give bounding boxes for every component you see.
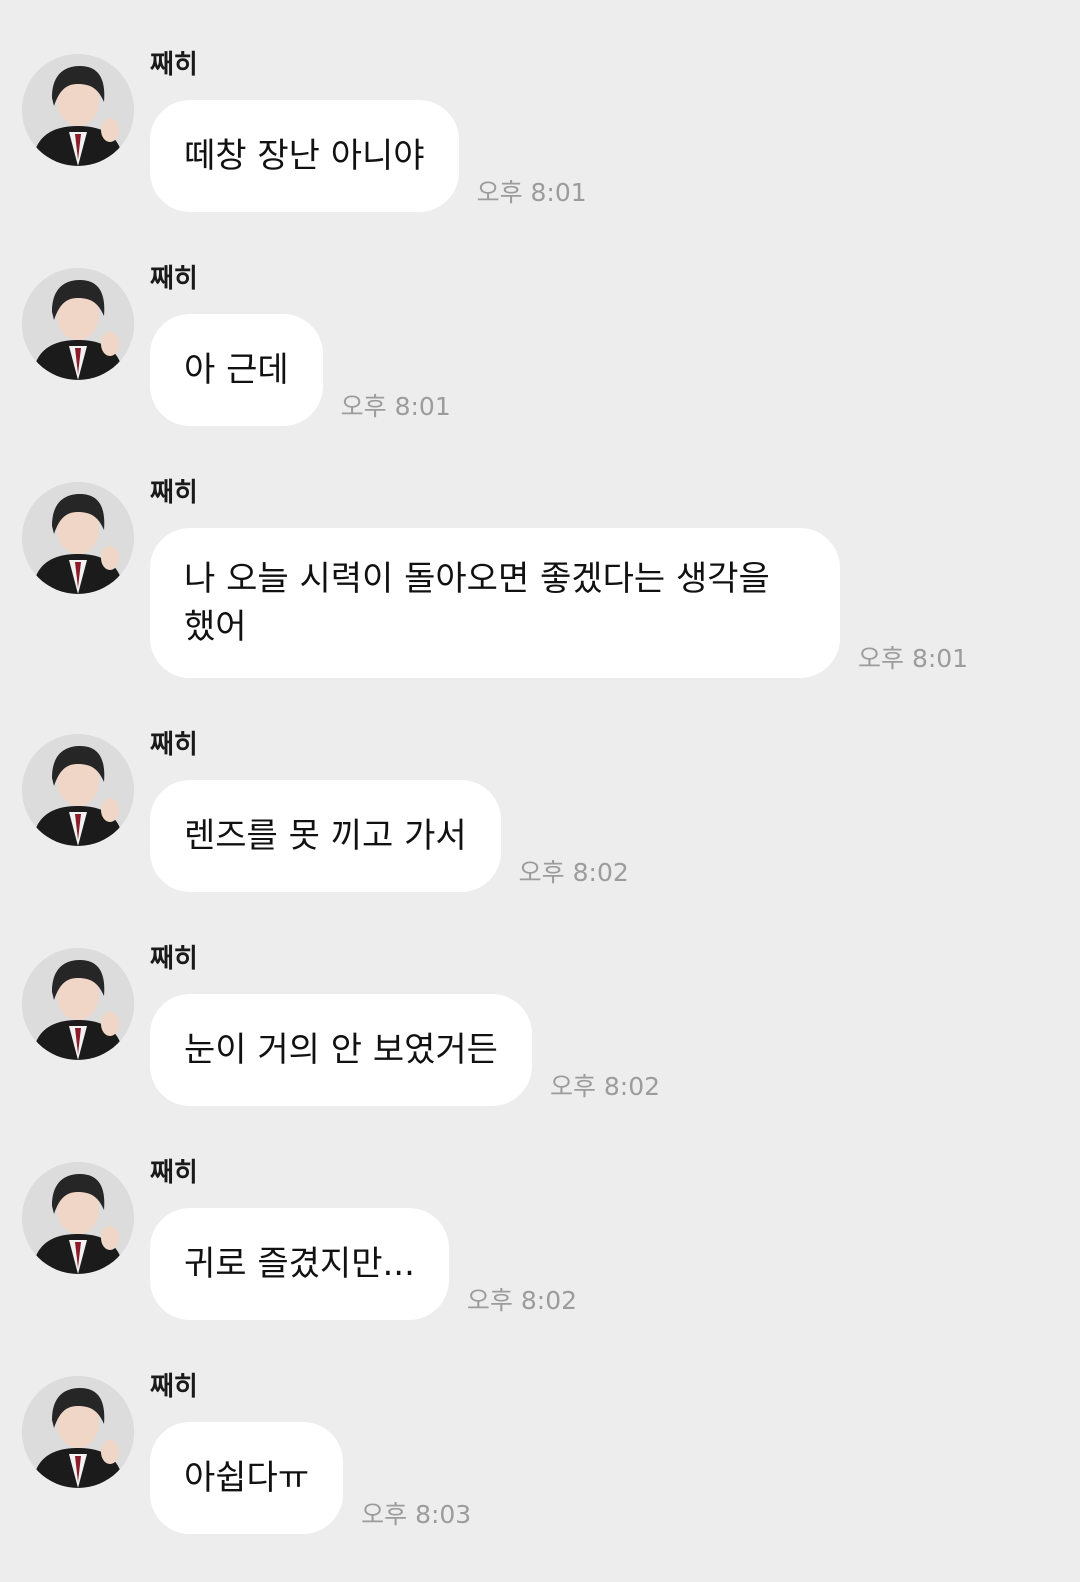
sender-name: 째히 <box>150 478 198 508</box>
message-bubble[interactable]: 나 오늘 시력이 돌아오면 좋겠다는 생각을 했어 <box>150 528 840 678</box>
sender-name: 째히 <box>150 944 198 974</box>
avatar-profile-icon[interactable] <box>22 54 134 166</box>
message-bubble[interactable]: 아 근데 <box>150 314 323 426</box>
message-timestamp: 오후 8:02 <box>518 858 629 887</box>
message-row: 떼창 장난 아니야 오후 8:01 <box>150 100 587 212</box>
message-row: 렌즈를 못 끼고 가서 오후 8:02 <box>150 780 629 892</box>
message-timestamp: 오후 8:03 <box>361 1500 472 1529</box>
sender-name: 째히 <box>150 264 198 294</box>
sender-name: 째히 <box>150 1372 198 1402</box>
message-bubble[interactable]: 귀로 즐겼지만... <box>150 1208 449 1320</box>
message-timestamp: 오후 8:01 <box>340 392 451 421</box>
message-row: 아쉽다ㅠ 오후 8:03 <box>150 1422 471 1534</box>
message-bubble[interactable]: 떼창 장난 아니야 <box>150 100 459 212</box>
message-timestamp: 오후 8:01 <box>476 178 587 207</box>
message-timestamp: 오후 8:01 <box>858 644 969 673</box>
message-row: 귀로 즐겼지만... 오후 8:02 <box>150 1208 577 1320</box>
message-bubble[interactable]: 눈이 거의 안 보였거든 <box>150 994 532 1106</box>
avatar-profile-icon[interactable] <box>22 268 134 380</box>
avatar-profile-icon[interactable] <box>22 734 134 846</box>
message-timestamp: 오후 8:02 <box>549 1072 661 1101</box>
message-bubble[interactable]: 아쉽다ㅠ <box>150 1422 344 1534</box>
message-bubble[interactable]: 렌즈를 못 끼고 가서 <box>150 780 501 892</box>
message-timestamp: 오후 8:02 <box>466 1286 578 1315</box>
avatar-profile-icon[interactable] <box>22 1162 134 1274</box>
sender-name: 째히 <box>150 1158 198 1188</box>
message-row: 나 오늘 시력이 돌아오면 좋겠다는 생각을 했어 오후 8:01 <box>150 528 968 678</box>
avatar-profile-icon[interactable] <box>22 482 134 594</box>
message-row: 눈이 거의 안 보였거든 오후 8:02 <box>150 994 660 1106</box>
sender-name: 째히 <box>150 50 198 80</box>
sender-name: 째히 <box>150 730 198 760</box>
avatar-profile-icon[interactable] <box>22 948 134 1060</box>
avatar-profile-icon[interactable] <box>22 1376 134 1488</box>
message-row: 아 근데 오후 8:01 <box>150 314 451 426</box>
